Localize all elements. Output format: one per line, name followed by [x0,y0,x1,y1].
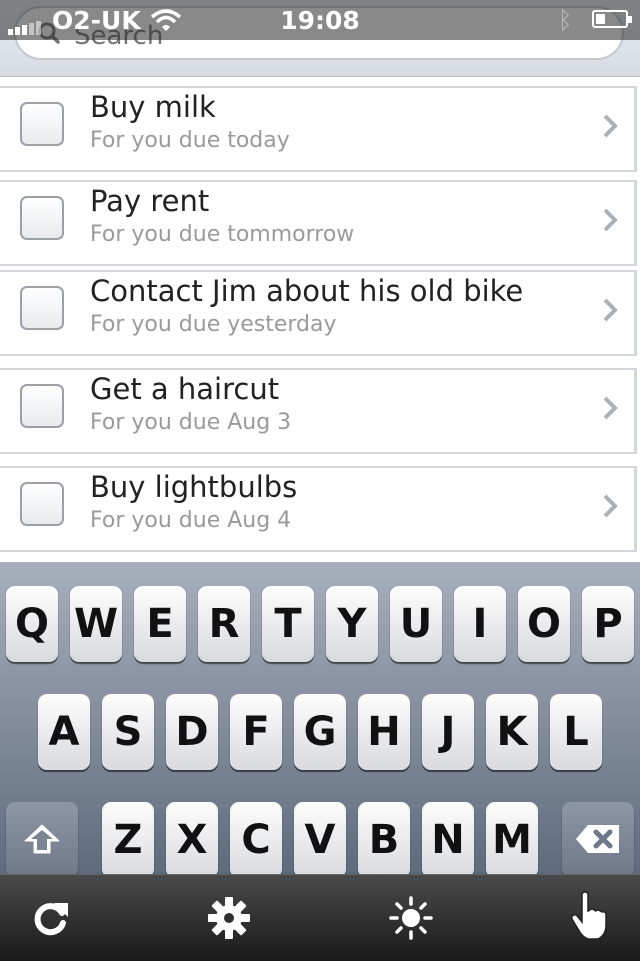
key-k[interactable]: K [486,694,538,770]
key-w[interactable]: W [70,586,122,662]
key-a[interactable]: A [38,694,90,770]
task-subtitle: For you due today [90,128,290,153]
shift-arrow-icon [24,824,60,854]
task-title: Contact Jim about his old bike [90,274,524,308]
key-s[interactable]: S [102,694,154,770]
hand-pointer-icon[interactable] [568,891,616,941]
shift-key[interactable] [6,802,78,874]
bottom-toolbar [0,874,640,961]
key-x[interactable]: X [166,802,218,874]
chevron-right-icon [603,494,618,518]
chevron-right-icon [603,396,618,420]
key-o[interactable]: O [518,586,570,662]
key-g[interactable]: G [294,694,346,770]
key-y[interactable]: Y [326,586,378,662]
task-title: Pay rent [90,184,210,218]
task-checkbox[interactable] [20,196,64,240]
key-h[interactable]: H [358,694,410,770]
task-subtitle: For you due tommorrow [90,222,355,247]
task-subtitle: For you due Aug 4 [90,508,292,533]
key-j[interactable]: J [422,694,474,770]
key-l[interactable]: L [550,694,602,770]
gear-icon[interactable] [206,895,252,941]
task-row[interactable]: Pay rent For you due tommorrow [0,180,637,266]
clock: 19:08 [280,6,360,35]
task-row[interactable]: Buy milk For you due today [0,86,637,172]
task-row[interactable]: Contact Jim about his old bike For you d… [0,270,637,356]
key-b[interactable]: B [358,802,410,874]
task-title: Get a haircut [90,372,280,406]
key-m[interactable]: M [486,802,538,874]
task-row[interactable]: Get a haircut For you due Aug 3 [0,368,637,454]
chevron-right-icon [603,114,618,138]
key-i[interactable]: I [454,586,506,662]
backspace-icon [576,825,619,853]
key-v[interactable]: V [294,802,346,874]
task-subtitle: For you due yesterday [90,312,337,337]
bluetooth-icon: ᛒ [558,6,573,34]
key-c[interactable]: C [230,802,282,874]
refresh-icon[interactable] [28,895,74,941]
task-row[interactable]: Buy lightbulbs For you due Aug 4 [0,466,637,552]
chevron-right-icon [603,298,618,322]
key-z[interactable]: Z [102,802,154,874]
task-checkbox[interactable] [20,482,64,526]
keyboard: Q W E R T Y U I O P A S D F G H J K L Z … [0,562,640,874]
key-n[interactable]: N [422,802,474,874]
key-e[interactable]: E [134,586,186,662]
key-r[interactable]: R [198,586,250,662]
task-checkbox[interactable] [20,286,64,330]
task-title: Buy milk [90,90,216,124]
brightness-icon[interactable] [388,895,434,941]
task-checkbox[interactable] [20,102,64,146]
key-f[interactable]: F [230,694,282,770]
key-p[interactable]: P [582,586,634,662]
key-t[interactable]: T [262,586,314,662]
chevron-right-icon [603,208,618,232]
key-u[interactable]: U [390,586,442,662]
task-title: Buy lightbulbs [90,470,298,504]
key-q[interactable]: Q [6,586,58,662]
task-checkbox[interactable] [20,384,64,428]
key-d[interactable]: D [166,694,218,770]
backspace-key[interactable] [562,802,634,874]
battery-icon [592,10,632,28]
status-bar: O2-UK 19:08 ᛒ [0,0,640,40]
task-subtitle: For you due Aug 3 [90,410,292,435]
